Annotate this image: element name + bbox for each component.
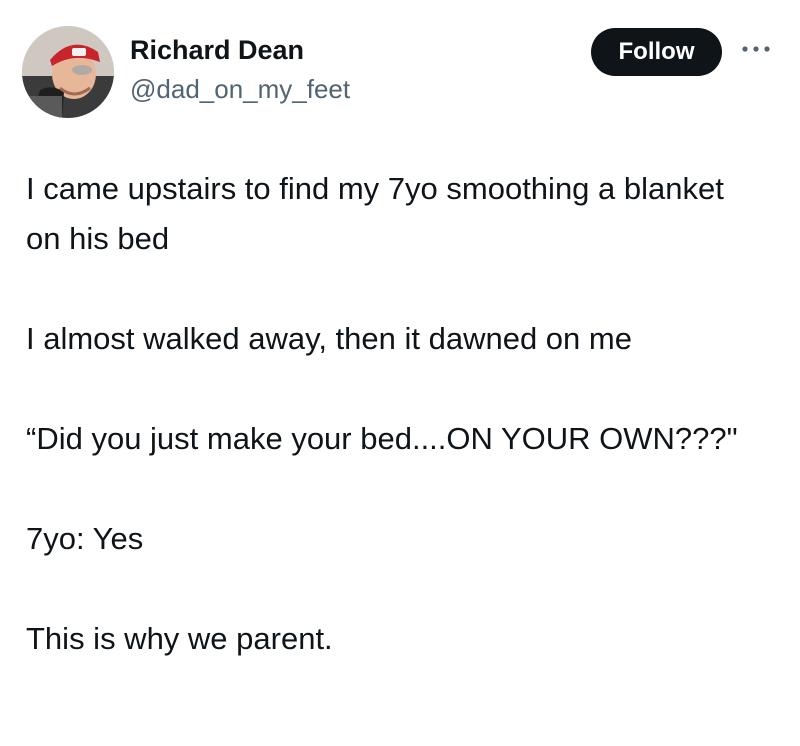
author-handle[interactable]: @dad_on_my_feet [130,72,350,106]
avatar-photo [22,26,114,118]
author-avatar[interactable] [22,26,114,118]
tweet-header: Richard Dean @dad_on_my_feet Follow [0,0,800,130]
tweet-paragraph-3: “Did you just make your bed....ON YOUR O… [26,421,738,456]
tweet-text: I came upstairs to find my 7yo smoothing… [26,164,766,664]
tweet-paragraph-5: This is why we parent. [26,621,333,656]
more-options-icon[interactable] [740,40,772,58]
tweet-paragraph-4: 7yo: Yes [26,521,144,556]
follow-button[interactable]: Follow [591,28,722,76]
tweet-paragraph-2: I almost walked away, then it dawned on … [26,321,632,356]
author-display-name[interactable]: Richard Dean [130,33,304,67]
tweet-paragraph-1: I came upstairs to find my 7yo smoothing… [26,171,724,256]
